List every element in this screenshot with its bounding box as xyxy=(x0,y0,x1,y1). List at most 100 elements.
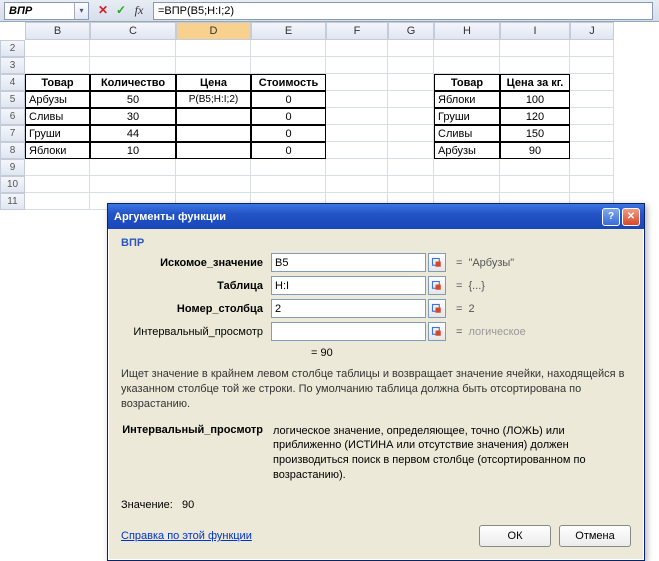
row-header-10[interactable]: 10 xyxy=(0,176,25,193)
cancel-button[interactable]: Отмена xyxy=(559,525,631,547)
cell[interactable] xyxy=(90,40,176,57)
range-select-icon[interactable] xyxy=(428,276,446,295)
cell[interactable] xyxy=(25,40,90,57)
cell[interactable] xyxy=(25,159,90,176)
cell[interactable]: 50 xyxy=(90,91,176,108)
cell[interactable] xyxy=(176,125,251,142)
col-header-E[interactable]: E xyxy=(251,22,326,40)
cell[interactable]: Груши xyxy=(25,125,90,142)
col-header-I[interactable]: I xyxy=(500,22,570,40)
cell[interactable] xyxy=(570,125,614,142)
cell[interactable]: Арбузы xyxy=(25,91,90,108)
cell[interactable]: Количество xyxy=(90,74,176,91)
col-header-B[interactable]: B xyxy=(25,22,90,40)
cell[interactable] xyxy=(251,57,326,74)
cell[interactable] xyxy=(570,40,614,57)
arg-input-0[interactable] xyxy=(271,253,426,272)
cell[interactable] xyxy=(176,57,251,74)
row-header-5[interactable]: 5 xyxy=(0,91,25,108)
cell[interactable]: 10 xyxy=(90,142,176,159)
range-select-icon[interactable] xyxy=(428,253,446,272)
cell[interactable] xyxy=(500,159,570,176)
cell[interactable] xyxy=(500,176,570,193)
cell[interactable]: 0 xyxy=(251,125,326,142)
cell[interactable] xyxy=(326,74,388,91)
cell[interactable] xyxy=(25,193,90,210)
cell[interactable] xyxy=(388,142,434,159)
cell[interactable] xyxy=(388,159,434,176)
col-header-D[interactable]: D xyxy=(176,22,251,40)
cell[interactable] xyxy=(434,159,500,176)
grid[interactable]: ТоварКоличествоЦенаСтоимостьТоварЦена за… xyxy=(25,40,614,210)
cell[interactable] xyxy=(25,176,90,193)
row-header-3[interactable]: 3 xyxy=(0,57,25,74)
cell[interactable]: Товар xyxy=(25,74,90,91)
cell[interactable] xyxy=(570,159,614,176)
cell[interactable]: 0 xyxy=(251,108,326,125)
range-select-icon[interactable] xyxy=(428,322,446,341)
cell[interactable] xyxy=(388,125,434,142)
row-header-4[interactable]: 4 xyxy=(0,74,25,91)
cell[interactable] xyxy=(434,57,500,74)
cell[interactable] xyxy=(251,176,326,193)
row-header-9[interactable]: 9 xyxy=(0,159,25,176)
row-header-11[interactable]: 11 xyxy=(0,193,25,210)
cell[interactable] xyxy=(388,40,434,57)
fx-icon[interactable]: fx xyxy=(131,3,147,18)
cell[interactable] xyxy=(176,142,251,159)
cell[interactable] xyxy=(570,74,614,91)
row-header-7[interactable]: 7 xyxy=(0,125,25,142)
cell[interactable] xyxy=(388,91,434,108)
col-header-C[interactable]: C xyxy=(90,22,176,40)
cell[interactable] xyxy=(326,125,388,142)
cell[interactable] xyxy=(500,57,570,74)
cell[interactable] xyxy=(388,108,434,125)
cell[interactable] xyxy=(570,176,614,193)
cell[interactable] xyxy=(388,74,434,91)
cell[interactable]: Товар xyxy=(434,74,500,91)
dialog-close-button[interactable]: ✕ xyxy=(622,208,640,226)
dialog-help-button[interactable]: ? xyxy=(602,208,620,226)
cell[interactable]: 150 xyxy=(500,125,570,142)
cell[interactable] xyxy=(251,159,326,176)
cell[interactable] xyxy=(176,176,251,193)
row-header-8[interactable]: 8 xyxy=(0,142,25,159)
col-header-J[interactable]: J xyxy=(570,22,614,40)
dialog-titlebar[interactable]: Аргументы функции ? ✕ xyxy=(108,204,644,229)
cell[interactable]: 0 xyxy=(251,142,326,159)
cell[interactable] xyxy=(176,108,251,125)
cell[interactable] xyxy=(326,91,388,108)
cell[interactable] xyxy=(570,91,614,108)
chevron-down-icon[interactable]: ▾ xyxy=(74,3,88,19)
col-header-H[interactable]: H xyxy=(434,22,500,40)
cell[interactable] xyxy=(326,108,388,125)
cell[interactable]: 120 xyxy=(500,108,570,125)
cell[interactable]: Арбузы xyxy=(434,142,500,159)
range-select-icon[interactable] xyxy=(428,299,446,318)
cell[interactable]: Цена xyxy=(176,74,251,91)
cell[interactable] xyxy=(326,159,388,176)
cell[interactable] xyxy=(434,40,500,57)
cell[interactable]: 30 xyxy=(90,108,176,125)
cell[interactable] xyxy=(326,176,388,193)
cell[interactable]: 44 xyxy=(90,125,176,142)
cell[interactable] xyxy=(570,108,614,125)
cell[interactable]: Груши xyxy=(434,108,500,125)
cell[interactable] xyxy=(251,40,326,57)
row-header-6[interactable]: 6 xyxy=(0,108,25,125)
cell[interactable]: 90 xyxy=(500,142,570,159)
cell[interactable]: Р(B5;H:I;2) xyxy=(176,91,251,108)
cell[interactable] xyxy=(90,159,176,176)
name-box[interactable]: ВПР ▾ xyxy=(4,2,89,20)
cell[interactable] xyxy=(326,40,388,57)
help-link[interactable]: Справка по этой функции xyxy=(121,530,252,542)
cell[interactable]: 0 xyxy=(251,91,326,108)
cell[interactable] xyxy=(388,57,434,74)
formula-enter-icon[interactable]: ✓ xyxy=(113,3,129,18)
cell[interactable]: Сливы xyxy=(434,125,500,142)
cell[interactable] xyxy=(176,40,251,57)
arg-input-3[interactable] xyxy=(271,322,426,341)
cell[interactable] xyxy=(326,57,388,74)
col-header-F[interactable]: F xyxy=(326,22,388,40)
formula-cancel-icon[interactable]: ✕ xyxy=(95,3,111,18)
